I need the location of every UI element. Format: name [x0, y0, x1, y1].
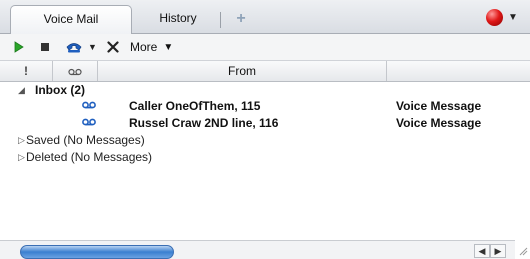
- tab-history-label: History: [159, 11, 197, 25]
- scrollbar-thumb[interactable]: [20, 245, 174, 259]
- chevron-down-icon: ▼: [508, 12, 518, 23]
- list-item[interactable]: Russel Craw 2ND line, 116 Voice Message: [0, 115, 530, 131]
- voicemail-icon: [66, 43, 82, 53]
- message-type: Voice Message: [396, 116, 482, 130]
- list-item[interactable]: Caller OneOfThem, 115 Voice Message: [0, 98, 530, 114]
- column-from[interactable]: From: [98, 61, 387, 81]
- play-button[interactable]: [10, 34, 28, 60]
- inbox-label: Inbox (2): [35, 83, 85, 97]
- horizontal-scrollbar[interactable]: ◀ ▶: [0, 240, 515, 259]
- deleted-label: Deleted (No Messages): [26, 150, 153, 164]
- group-deleted[interactable]: ▷ Deleted (No Messages): [0, 149, 530, 165]
- scroll-left-button[interactable]: ◀: [474, 244, 490, 258]
- delete-icon: [107, 41, 119, 53]
- toolbar: ▼ More ▼: [0, 34, 530, 61]
- column-voicemail[interactable]: [53, 61, 98, 81]
- play-icon: [14, 41, 24, 53]
- more-label: More: [130, 40, 158, 54]
- collapsed-triangle-icon[interactable]: ▷: [18, 132, 25, 148]
- chevron-down-icon: ▼: [163, 41, 174, 53]
- status-icon: [486, 9, 503, 26]
- message-from: Russel Craw 2ND line, 116: [129, 116, 279, 130]
- delete-button[interactable]: [104, 34, 122, 60]
- add-tab-button[interactable]: +: [232, 10, 250, 28]
- tab-history[interactable]: History: [143, 5, 213, 32]
- tab-voice-mail[interactable]: Voice Mail: [10, 5, 132, 34]
- tab-voice-mail-label: Voice Mail: [43, 12, 99, 26]
- column-priority[interactable]: !: [0, 61, 53, 81]
- voicemail-message-icon: [82, 101, 96, 109]
- message-from: Caller OneOfThem, 115: [129, 99, 261, 113]
- resize-grip-icon[interactable]: [518, 244, 528, 256]
- tab-separator: [220, 12, 221, 28]
- scroll-right-button[interactable]: ▶: [490, 244, 506, 258]
- group-inbox[interactable]: ◢ Inbox (2): [0, 82, 530, 98]
- collapsed-triangle-icon[interactable]: ▷: [18, 149, 25, 165]
- stop-icon: [41, 43, 49, 51]
- saved-label: Saved (No Messages): [26, 133, 145, 147]
- tab-bar: Voice Mail History + ▼: [0, 0, 530, 34]
- status-menu-button[interactable]: ▼: [486, 9, 524, 27]
- voicemail-message-icon: [82, 118, 96, 126]
- group-saved[interactable]: ▷ Saved (No Messages): [0, 132, 530, 148]
- voicemail-menu-button[interactable]: ▼: [62, 34, 100, 60]
- column-header: ! From: [0, 61, 530, 82]
- chevron-down-icon: ▼: [88, 42, 97, 52]
- expanded-triangle-icon[interactable]: ◢: [18, 82, 25, 98]
- voicemail-column-icon: [68, 68, 82, 76]
- message-type: Voice Message: [396, 99, 482, 113]
- more-button[interactable]: More ▼: [130, 34, 210, 60]
- column-type[interactable]: [387, 61, 530, 81]
- stop-button[interactable]: [36, 34, 54, 60]
